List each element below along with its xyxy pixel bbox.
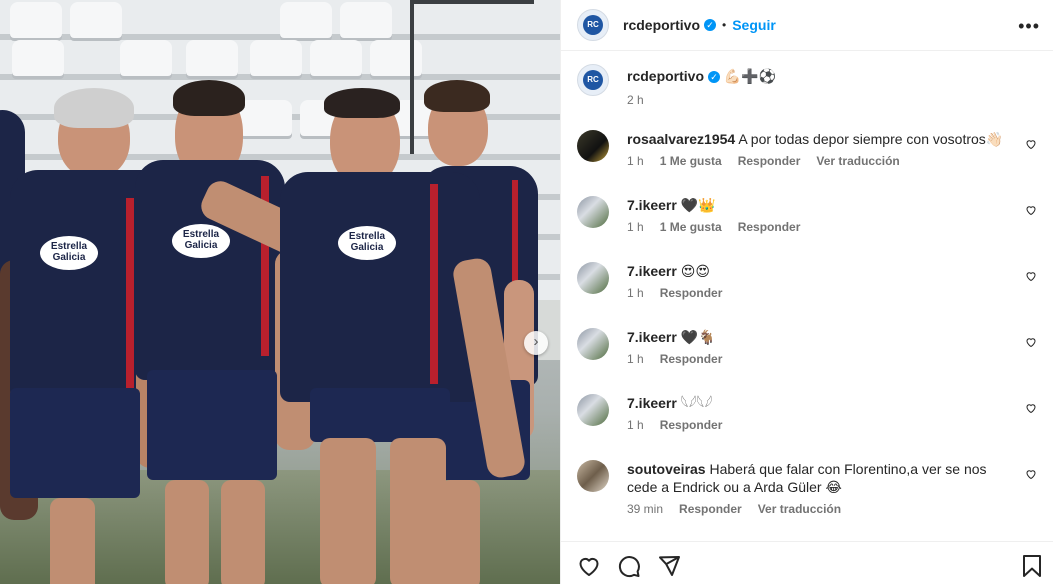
comment-time[interactable]: 1 h	[627, 352, 644, 366]
follow-button[interactable]: Seguir	[732, 17, 776, 33]
comment-username[interactable]: 7.ikeerr	[627, 395, 677, 411]
commenter-avatar[interactable]	[577, 460, 609, 492]
header-separator: •	[722, 18, 727, 32]
comment-likes-count[interactable]: 1 Me gusta	[660, 154, 722, 168]
club-crest-icon: RC	[583, 15, 603, 35]
caption-text: 💪🏻➕⚽	[723, 68, 777, 84]
comment-username[interactable]: 7.ikeerr	[627, 263, 677, 279]
stadium-seat	[250, 40, 302, 76]
comment-username[interactable]: 7.ikeerr	[627, 329, 677, 345]
caption-timestamp[interactable]: 2 h	[627, 93, 776, 107]
comment-item: 7.ikeerr 𓆩𓆪𓆩𓆪 1 h Responder	[577, 394, 1037, 432]
reply-button[interactable]: Responder	[660, 352, 723, 366]
commenter-avatar[interactable]	[577, 130, 609, 162]
commenter-avatar[interactable]	[577, 262, 609, 294]
reply-button[interactable]: Responder	[738, 154, 801, 168]
comment-time[interactable]: 39 min	[627, 502, 663, 516]
reply-button[interactable]: Responder	[679, 502, 742, 516]
send-icon[interactable]	[657, 554, 681, 578]
next-photo-button[interactable]: ›	[524, 331, 548, 355]
heart-icon[interactable]	[577, 554, 601, 578]
comment-like-heart-icon[interactable]	[1025, 138, 1037, 150]
stadium-seat	[70, 2, 122, 38]
club-crest-icon: RC	[583, 70, 603, 90]
reply-button[interactable]: Responder	[660, 418, 723, 432]
comment-like-heart-icon[interactable]	[1025, 204, 1037, 216]
comment-username[interactable]: soutoveiras	[627, 461, 706, 477]
instagram-post-view: Estrella Galicia Estrella Galicia Estrel…	[0, 0, 1053, 584]
more-options-icon[interactable]: •••	[1018, 16, 1040, 37]
see-translation-button[interactable]: Ver traducción	[816, 154, 899, 168]
shirt-sponsor-logo: Estrella Galicia	[40, 236, 98, 270]
comment-text: 😍😍	[680, 263, 710, 279]
comment-item: 7.ikeerr 🖤👑 1 h 1 Me gusta Responder	[577, 196, 1037, 234]
post-action-bar	[561, 541, 1053, 585]
comment-text: 🖤🐐	[680, 329, 716, 345]
stadium-seat	[10, 2, 62, 38]
shirt-sponsor-logo: Estrella Galicia	[338, 226, 396, 260]
reply-button[interactable]: Responder	[738, 220, 801, 234]
commenter-avatar[interactable]	[577, 328, 609, 360]
comment-username[interactable]: 7.ikeerr	[627, 197, 677, 213]
comment-time[interactable]: 1 h	[627, 220, 644, 234]
stadium-seat	[280, 2, 332, 38]
comment-icon[interactable]	[617, 554, 641, 578]
post-caption: RC rcdeportivo ✓ 💪🏻➕⚽ 2 h	[577, 64, 776, 107]
reply-button[interactable]: Responder	[660, 286, 723, 300]
comment-text: A por todas depor siempre con vosotros👋🏻	[738, 131, 1004, 147]
comment-item: rosaalvarez1954 A por todas depor siempr…	[577, 130, 1037, 168]
comment-time[interactable]: 1 h	[627, 286, 644, 300]
stadium-seat	[240, 100, 292, 136]
comment-item: 7.ikeerr 🖤🐐 1 h Responder	[577, 328, 1037, 366]
post-header: RC rcdeportivo ✓ • Seguir •••	[561, 0, 1053, 51]
caption-username[interactable]: rcdeportivo	[627, 68, 704, 84]
comment-like-heart-icon[interactable]	[1025, 270, 1037, 282]
comment-text: 𓆩𓆪𓆩𓆪	[680, 395, 713, 411]
verified-badge-icon: ✓	[704, 19, 717, 31]
shirt-sponsor-logo: Estrella Galicia	[172, 224, 230, 258]
comment-item: soutoveiras Haberá que falar con Florent…	[577, 460, 1037, 516]
comment-like-heart-icon[interactable]	[1025, 336, 1037, 348]
comment-likes-count[interactable]: 1 Me gusta	[660, 220, 722, 234]
caption-avatar[interactable]: RC	[577, 64, 609, 96]
commenter-avatar[interactable]	[577, 394, 609, 426]
account-username[interactable]: rcdeportivo	[623, 17, 700, 33]
stadium-seat	[340, 2, 392, 38]
account-avatar[interactable]: RC	[577, 9, 609, 41]
comment-time[interactable]: 1 h	[627, 418, 644, 432]
stadium-seat	[12, 40, 64, 76]
stadium-seat	[310, 40, 362, 76]
post-photo[interactable]: Estrella Galicia Estrella Galicia Estrel…	[0, 0, 560, 584]
comment-like-heart-icon[interactable]	[1025, 402, 1037, 414]
comment-like-heart-icon[interactable]	[1025, 468, 1037, 480]
bookmark-icon[interactable]	[1021, 554, 1043, 578]
verified-badge-icon: ✓	[708, 71, 721, 83]
comment-time[interactable]: 1 h	[627, 154, 644, 168]
stadium-seat	[120, 40, 172, 76]
comment-item: 7.ikeerr 😍😍 1 h Responder	[577, 262, 1037, 300]
post-sidebar: RC rcdeportivo ✓ • Seguir ••• RC rcdepor…	[560, 0, 1053, 584]
see-translation-button[interactable]: Ver traducción	[758, 502, 841, 516]
comment-username[interactable]: rosaalvarez1954	[627, 131, 735, 147]
stadium-seat	[186, 40, 238, 76]
commenter-avatar[interactable]	[577, 196, 609, 228]
comment-text: 🖤👑	[680, 197, 716, 213]
